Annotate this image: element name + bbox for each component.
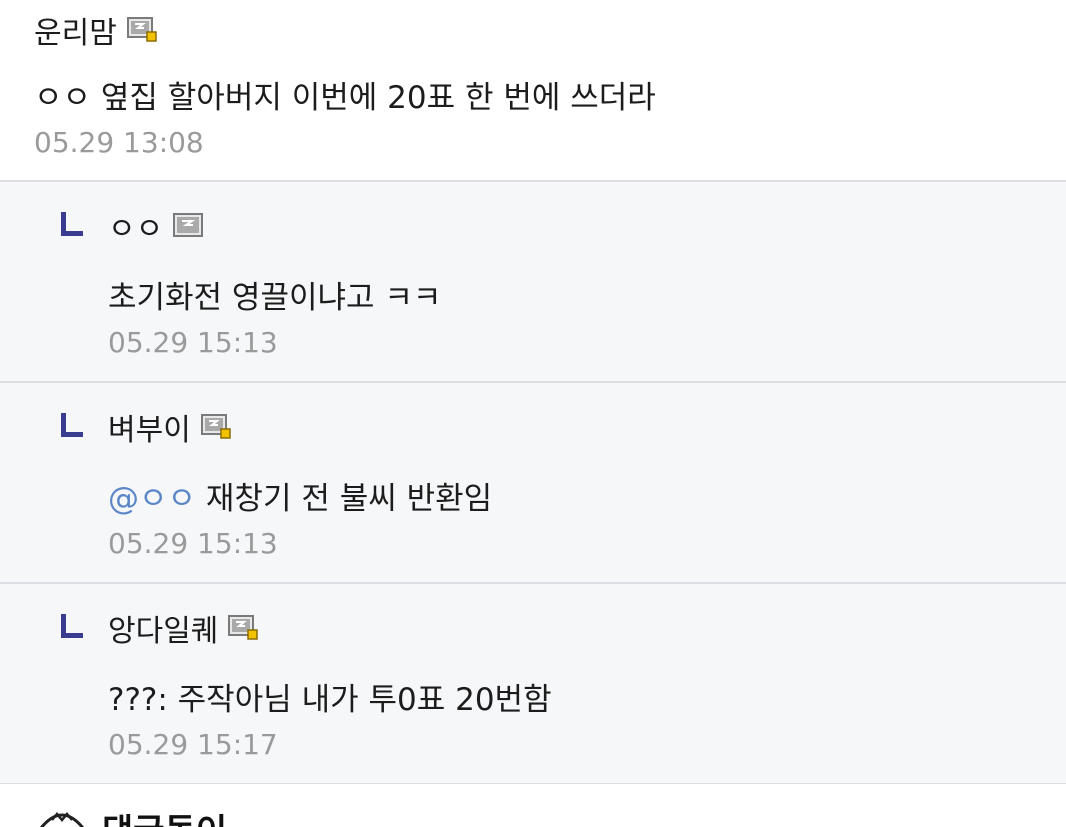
- reply-item: ㅇㅇ 초기화전 영끌이냐고 ㅋㅋ 05.29 15:13: [0, 182, 1066, 383]
- comment-date: 05.29 13:08: [34, 126, 204, 159]
- bot-title: 댓글돌이: [102, 804, 227, 827]
- reply-header: 앙다일퀘: [108, 606, 259, 650]
- reply-body: @ㅇㅇ 재창기 전 불씨 반환임: [108, 473, 492, 518]
- gallog-fixed-icon[interactable]: [126, 17, 157, 43]
- reply-text: 초기화전 영끌이냐고 ㅋㅋ: [108, 280, 442, 316]
- comment-text: ㅇㅇ 옆집 할아버지 이번에 20표 한 번에 쓰더라: [34, 80, 656, 116]
- reply-nickname[interactable]: 앙다일퀘: [108, 606, 218, 650]
- gallog-fixed-icon[interactable]: [200, 414, 231, 440]
- comment-item: 운리맘 ㅇㅇ 옆집 할아버지 이번에 20표 한 번에 쓰더라 05.29 13…: [0, 0, 1066, 182]
- reply-text: 재창기 전 불씨 반환임: [205, 481, 493, 517]
- reply-date: 05.29 15:13: [108, 326, 278, 359]
- reply-text: ???: 주작아님 내가 투0표 20번함: [108, 682, 552, 718]
- comment-bot-section: 댓글돌이: [0, 784, 1066, 827]
- reply-nickname[interactable]: 벼부이: [108, 405, 191, 449]
- reply-item: 벼부이 @ㅇㅇ 재창기 전 불씨 반환임 05.29 15:13: [0, 383, 1066, 584]
- comment-header: 운리맘: [34, 8, 157, 52]
- mention-link[interactable]: @ㅇㅇ: [108, 481, 196, 517]
- reply-header: 벼부이: [108, 405, 231, 449]
- reply-date: 05.29 15:13: [108, 527, 278, 560]
- reply-nickname[interactable]: ㅇㅇ: [108, 204, 163, 248]
- gallog-fixed-icon[interactable]: [228, 615, 259, 641]
- reply-header: ㅇㅇ: [108, 204, 204, 248]
- comment-list: 운리맘 ㅇㅇ 옆집 할아버지 이번에 20표 한 번에 쓰더라 05.29 13…: [0, 0, 1066, 827]
- reply-item: 앙다일퀘 ???: 주작아님 내가 투0표 20번함 05.29 15:17: [0, 584, 1066, 785]
- reply-arrow-icon: [61, 413, 83, 437]
- reply-arrow-icon: [61, 614, 83, 638]
- comment-nickname[interactable]: 운리맘: [34, 8, 117, 52]
- bot-icon: [34, 804, 90, 827]
- reply-date: 05.29 15:17: [108, 728, 278, 761]
- gallog-icon[interactable]: [173, 213, 204, 239]
- reply-arrow-icon: [61, 212, 83, 236]
